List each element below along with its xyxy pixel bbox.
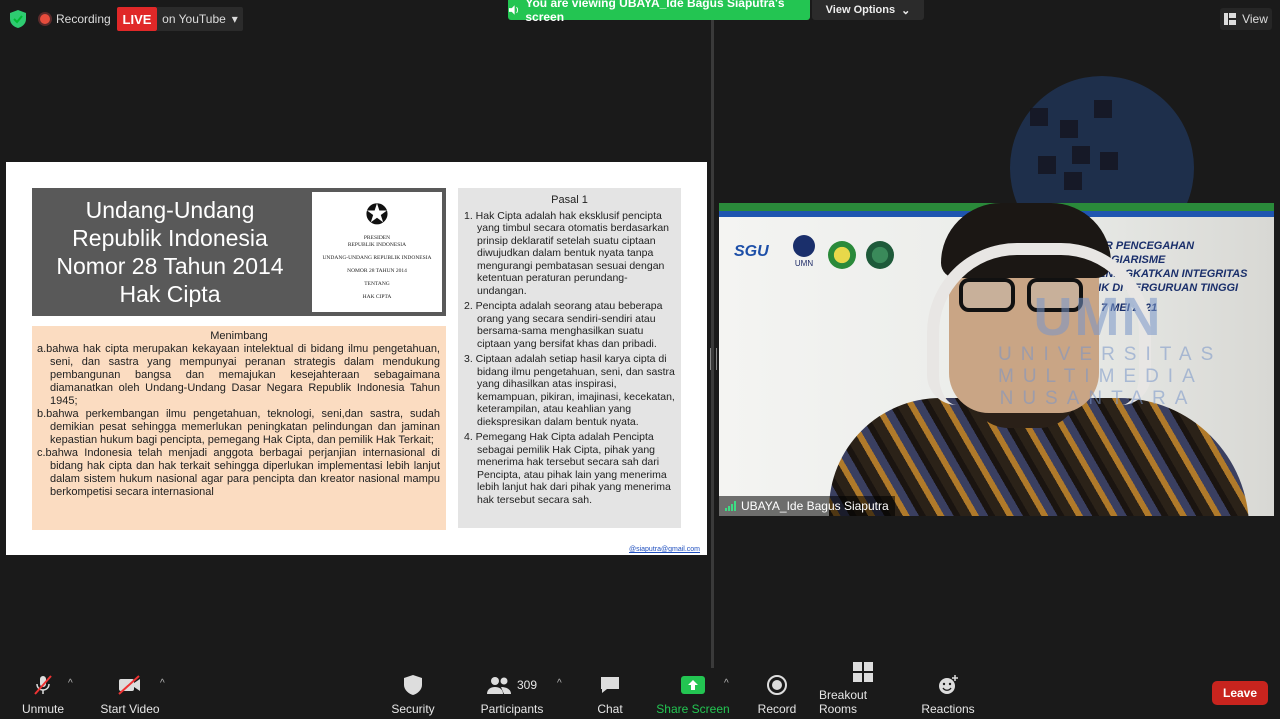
record-label: Record: [757, 702, 797, 716]
recording-dot-icon: [40, 14, 50, 24]
pasal-box: Pasal 1 1. Hak Cipta adalah hak eksklusi…: [458, 188, 681, 528]
share-screen-icon: [681, 676, 705, 694]
watermark-square: [1038, 156, 1056, 174]
menimbang-item: b.bahwa perkembangan ilmu pengetahuan, t…: [37, 408, 440, 446]
pasal-heading: Pasal 1: [551, 194, 588, 206]
security-button[interactable]: Security: [390, 672, 436, 716]
participants-button[interactable]: 309 Participants: [481, 672, 543, 716]
view-options-label: View Options: [825, 4, 896, 16]
watermark-big: UMN: [1033, 287, 1163, 347]
chat-label: Chat: [597, 702, 623, 716]
watermark-line: NUSANTARA: [999, 388, 1197, 409]
umn-logo-text: UMN: [794, 259, 814, 268]
chat-button[interactable]: Chat: [593, 672, 627, 716]
menimbang-item: a.bahwa hak cipta merupakan kekayaan int…: [37, 343, 440, 407]
youtube-label: on YouTube: [162, 12, 226, 26]
recording-indicator[interactable]: Recording: [40, 9, 111, 29]
share-options-caret-icon[interactable]: ^: [724, 678, 729, 689]
doc-line: REPUBLIK INDONESIA: [347, 242, 407, 248]
menimbang-item: c.bahwa Indonesia telah menjadi anggota …: [37, 447, 440, 498]
watermark-square: [1060, 120, 1078, 138]
viewing-label: You are viewing UBAYA_Ide Bagus Siaputra…: [525, 0, 785, 24]
slide-title-line: Hak Cipta: [119, 281, 221, 307]
youtube-stream-dropdown[interactable]: on YouTube ▾: [157, 7, 243, 31]
watermark-square: [1094, 100, 1112, 118]
viewing-screen-banner: You are viewing UBAYA_Ide Bagus Siaputra…: [508, 0, 810, 24]
participants-icon: [486, 677, 511, 694]
video-options-caret-icon[interactable]: ^: [160, 678, 165, 689]
view-label: View: [1242, 12, 1268, 26]
watermark-square: [1072, 146, 1090, 164]
divider-grip-handle[interactable]: [710, 348, 717, 370]
leave-button[interactable]: Leave: [1212, 681, 1268, 705]
record-button[interactable]: Record: [756, 672, 798, 716]
doc-line: TENTANG: [364, 281, 390, 287]
participants-count: 309: [516, 678, 538, 692]
umn-logo: UMN: [790, 235, 818, 275]
law-document-image: ✪ PRESIDEN REPUBLIK INDONESIA UNDANG-UND…: [308, 188, 446, 316]
ubaya-logo: [828, 241, 856, 269]
split-divider[interactable]: [711, 20, 714, 668]
watermark-square: [1030, 108, 1048, 126]
reactions-label: Reactions: [921, 702, 975, 716]
speaker-icon: [508, 5, 519, 15]
participant-name: UBAYA_Ide Bagus Siaputra: [741, 499, 889, 513]
share-screen-button[interactable]: Share Screen: [656, 672, 730, 716]
chat-bubble-icon: [601, 677, 619, 693]
garuda-emblem-icon: ✪: [365, 200, 389, 231]
watermark-line: MULTIMEDIA: [998, 366, 1204, 387]
record-icon: [767, 675, 787, 695]
view-button[interactable]: View: [1220, 8, 1272, 30]
reactions-button[interactable]: Reactions: [921, 672, 975, 716]
recording-label: Recording: [56, 12, 111, 26]
slide-title-line: Undang-Undang: [85, 197, 255, 223]
doc-line: NOMOR 28 TAHUN 2014: [347, 268, 407, 274]
participants-caret-icon[interactable]: ^: [557, 678, 562, 689]
slide-title-line: Nomor 28 Tahun 2014: [56, 253, 284, 279]
video-camera-off-icon: [118, 675, 140, 695]
unmute-label: Unmute: [21, 702, 65, 716]
sgu-logo: SGU: [734, 243, 769, 260]
slide-title: Undang-Undang Republik Indonesia Nomor 2…: [32, 188, 308, 316]
dropdown-caret-icon: ▾: [231, 12, 238, 26]
participants-label: Participants: [480, 702, 544, 716]
start-video-button[interactable]: Start Video: [100, 672, 160, 716]
grid-view-icon: [1224, 13, 1237, 25]
menimbang-heading: Menimbang: [210, 330, 268, 342]
menimbang-box: Menimbang a.bahwa hak cipta merupakan ke…: [32, 326, 446, 530]
share-screen-label: Share Screen: [656, 702, 730, 716]
security-shield-icon: [404, 675, 422, 695]
doc-line: HAK CIPTA: [362, 294, 392, 300]
institution-logos: SGU UMN: [734, 235, 894, 275]
umn-watermark-text: UMN UNIVERSITAS MULTIMEDIA NUSANTARA: [998, 287, 1223, 410]
start-video-label: Start Video: [100, 702, 160, 716]
breakout-rooms-button[interactable]: Breakout Rooms: [819, 662, 907, 716]
pasal-item: 3. Ciptaan adalah setiap hasil karya cip…: [464, 353, 675, 428]
breakout-rooms-icon: [853, 662, 873, 682]
email-link: @siaputra@gmail.com: [628, 546, 700, 553]
security-label: Security: [391, 702, 435, 716]
slide-title-line: Republik Indonesia: [72, 225, 268, 251]
watermark-line: UNIVERSITAS: [998, 344, 1223, 365]
unmute-button[interactable]: Unmute: [18, 672, 68, 716]
pasal-item: 4. Pemegang Hak Cipta adalah Pencipta se…: [464, 431, 671, 506]
watermark-square: [1064, 172, 1082, 190]
breakout-rooms-label: Breakout Rooms: [819, 688, 868, 716]
view-options-button[interactable]: View Options ⌄: [812, 0, 924, 20]
security-shield-icon[interactable]: [10, 10, 26, 28]
kemdikbud-logo: [866, 241, 894, 269]
microphone-muted-icon: [34, 675, 52, 695]
live-badge[interactable]: LIVE: [117, 7, 157, 31]
shared-slide: Undang-Undang Republik Indonesia Nomor 2…: [6, 162, 707, 555]
pasal-item: 2. Pencipta adalah seorang atau beberapa…: [464, 300, 663, 350]
participant-name-tag: UBAYA_Ide Bagus Siaputra: [719, 496, 895, 516]
doc-line: UNDANG-UNDANG REPUBLIK INDONESIA: [322, 255, 432, 261]
doc-line: PRESIDEN: [363, 235, 391, 241]
pasal-item: 1. Hak Cipta adalah hak eksklusif pencip…: [464, 209, 670, 297]
signal-strength-icon: [725, 501, 736, 511]
chevron-down-icon: ⌄: [901, 4, 911, 17]
watermark-square: [1100, 152, 1118, 170]
reactions-emoji-icon: [939, 675, 958, 694]
audio-options-caret-icon[interactable]: ^: [68, 678, 73, 689]
